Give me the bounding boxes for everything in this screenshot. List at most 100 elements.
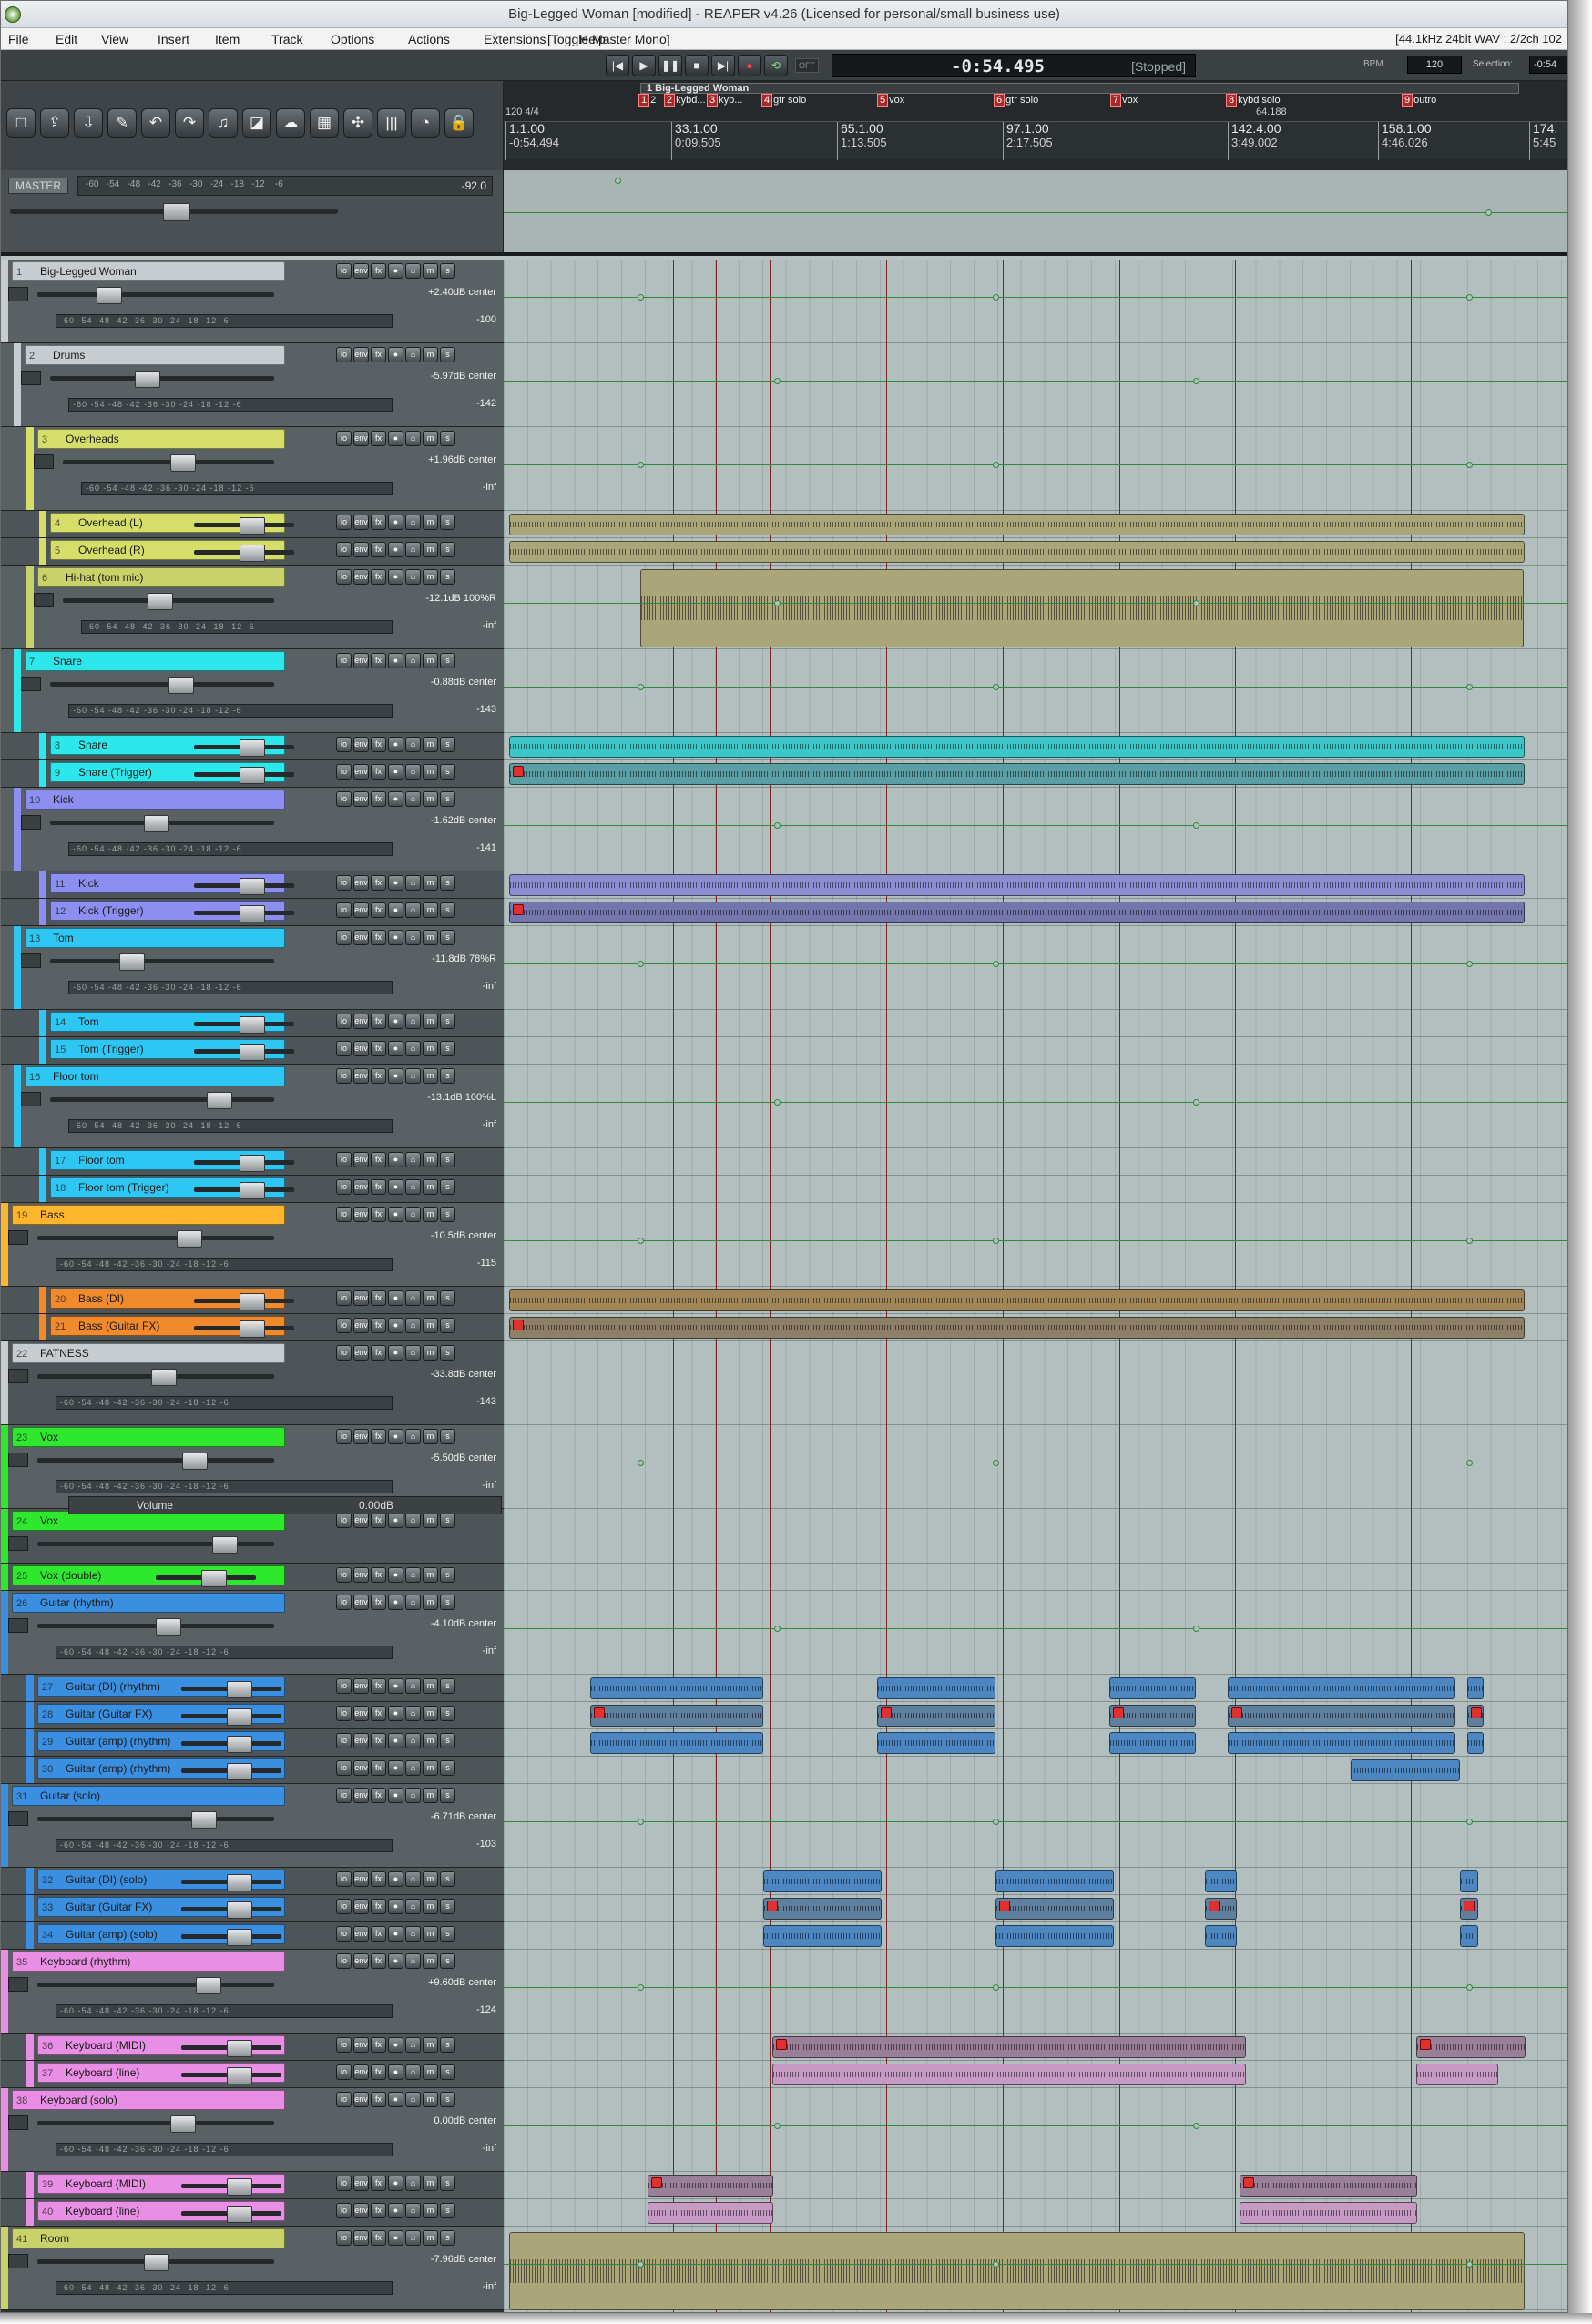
- media-item[interactable]: [1228, 1732, 1455, 1754]
- folder-icon[interactable]: ⌂: [405, 431, 421, 446]
- record-arm-button[interactable]: [21, 815, 41, 830]
- env-button[interactable]: env: [353, 875, 369, 891]
- envelope-point[interactable]: [1466, 462, 1473, 468]
- media-item[interactable]: [1228, 1705, 1455, 1727]
- volume-fader[interactable]: [181, 1901, 281, 1919]
- folder-icon[interactable]: ⌂: [405, 569, 421, 585]
- fx-button[interactable]: fx: [371, 875, 386, 891]
- mute-button[interactable]: m: [423, 1179, 438, 1195]
- track-34-panel[interactable]: 34 Guitar (amp) (solo) io env fx ● ⌂ m s: [1, 1922, 504, 1950]
- env-button[interactable]: env: [353, 2037, 369, 2053]
- volume-envelope[interactable]: [504, 1102, 1567, 1103]
- media-item[interactable]: [1109, 1732, 1196, 1754]
- mute-button[interactable]: m: [423, 2092, 438, 2107]
- env-button[interactable]: env: [353, 347, 369, 362]
- phase-icon[interactable]: ●: [388, 263, 403, 279]
- marker-8[interactable]: 8 kybd solo: [1226, 94, 1281, 107]
- phase-icon[interactable]: ●: [388, 653, 403, 668]
- phase-icon[interactable]: ●: [388, 1014, 403, 1029]
- envelope-point[interactable]: [993, 1819, 999, 1825]
- play-button[interactable]: ▶: [632, 55, 656, 76]
- tempo-marker-start[interactable]: 120 4/4: [505, 107, 539, 117]
- media-item[interactable]: [1460, 1925, 1478, 1947]
- marker-3[interactable]: 3 kyb...: [707, 94, 742, 107]
- metronome-icon[interactable]: ♫: [209, 108, 238, 138]
- marker-4[interactable]: 4 gtr solo: [761, 94, 806, 107]
- envelope-point[interactable]: [638, 1238, 644, 1244]
- envelope-point[interactable]: [774, 1099, 781, 1106]
- volume-fader[interactable]: [50, 1092, 274, 1109]
- io-button[interactable]: io: [336, 930, 352, 945]
- media-item[interactable]: [1351, 1759, 1460, 1781]
- volume-fader[interactable]: [181, 2178, 281, 2196]
- track-17-panel[interactable]: 17 Floor tom io env fx ● ⌂ m s: [1, 1148, 504, 1176]
- media-item[interactable]: [509, 763, 1525, 785]
- track-36-panel[interactable]: 36 Keyboard (MIDI) io env fx ● ⌂ m s: [1, 2034, 504, 2061]
- record-arm-button[interactable]: [21, 371, 41, 385]
- env-button[interactable]: env: [353, 930, 369, 945]
- volume-envelope[interactable]: [504, 687, 1567, 688]
- io-button[interactable]: io: [336, 737, 352, 752]
- phase-icon[interactable]: ●: [388, 431, 403, 446]
- volume-fader[interactable]: [181, 1874, 281, 1891]
- io-button[interactable]: io: [336, 1318, 352, 1333]
- go-to-end-button[interactable]: ▶|: [711, 55, 735, 76]
- solo-button[interactable]: s: [440, 1706, 455, 1721]
- fx-button[interactable]: fx: [371, 1290, 386, 1306]
- volume-fader[interactable]: [63, 454, 274, 472]
- mute-button[interactable]: m: [423, 1899, 438, 1914]
- media-item[interactable]: [995, 1870, 1114, 1892]
- menu-options[interactable]: Options: [331, 28, 374, 50]
- media-item[interactable]: [590, 1732, 763, 1754]
- volume-fader[interactable]: [194, 1155, 294, 1172]
- fx-button[interactable]: fx: [371, 1041, 386, 1056]
- solo-button[interactable]: s: [440, 1068, 455, 1084]
- phase-icon[interactable]: ●: [388, 737, 403, 752]
- phase-icon[interactable]: ●: [388, 1595, 403, 1610]
- phase-icon[interactable]: ●: [388, 1179, 403, 1195]
- fx-button[interactable]: fx: [371, 2203, 386, 2218]
- track-28-panel[interactable]: 28 Guitar (Guitar FX) io env fx ● ⌂ m s: [1, 1702, 504, 1729]
- env-button[interactable]: env: [353, 1207, 369, 1222]
- menu-extensions[interactable]: Extensions: [484, 28, 546, 50]
- env-button[interactable]: env: [353, 791, 369, 807]
- io-button[interactable]: io: [336, 1152, 352, 1167]
- phase-icon[interactable]: ●: [388, 1207, 403, 1222]
- track-31-panel[interactable]: 31 Guitar (solo) io env fx ● ⌂ m s -6.71dB center…: [1, 1784, 504, 1868]
- fx-button[interactable]: fx: [371, 569, 386, 585]
- media-item[interactable]: [509, 1317, 1525, 1339]
- record-arm-button[interactable]: [8, 1811, 28, 1826]
- mute-button[interactable]: m: [423, 1429, 438, 1444]
- master-envelope-point[interactable]: [1485, 209, 1492, 216]
- env-button[interactable]: env: [353, 2176, 369, 2191]
- media-item[interactable]: [1460, 1898, 1478, 1920]
- volume-fader[interactable]: [50, 677, 274, 694]
- io-button[interactable]: io: [336, 1953, 352, 1969]
- folder-icon[interactable]: ⌂: [405, 1567, 421, 1583]
- new-icon[interactable]: □: [6, 108, 36, 138]
- media-item[interactable]: [509, 2232, 1525, 2310]
- env-button[interactable]: env: [353, 1152, 369, 1167]
- folder-icon[interactable]: ⌂: [405, 1953, 421, 1969]
- record-arm-button[interactable]: [8, 1230, 28, 1245]
- track-13-panel[interactable]: 13 Tom io env fx ● ⌂ m s -11.8dB 78%R -60 -54 -48 …: [1, 926, 504, 1010]
- io-button[interactable]: io: [336, 1706, 352, 1721]
- phase-icon[interactable]: ●: [388, 2037, 403, 2053]
- io-button[interactable]: io: [336, 764, 352, 780]
- env-button[interactable]: env: [353, 1678, 369, 1694]
- marker-5[interactable]: 5 vox: [877, 94, 904, 107]
- envelope-point[interactable]: [1193, 378, 1199, 384]
- io-button[interactable]: io: [336, 1871, 352, 1887]
- folder-icon[interactable]: ⌂: [405, 1318, 421, 1333]
- env-button[interactable]: env: [353, 2230, 369, 2246]
- solo-button[interactable]: s: [440, 431, 455, 446]
- solo-button[interactable]: s: [440, 737, 455, 752]
- mute-button[interactable]: m: [423, 764, 438, 780]
- track-name-field[interactable]: 2 Drums: [25, 345, 285, 365]
- track-name-field[interactable]: 10 Kick: [25, 790, 285, 810]
- solo-button[interactable]: s: [440, 1014, 455, 1029]
- undo-icon[interactable]: ↶: [141, 108, 170, 138]
- fx-button[interactable]: fx: [371, 653, 386, 668]
- track-38-panel[interactable]: 38 Keyboard (solo) io env fx ● ⌂ m s 0.00dB cente…: [1, 2088, 504, 2172]
- folder-icon[interactable]: ⌂: [405, 1926, 421, 1942]
